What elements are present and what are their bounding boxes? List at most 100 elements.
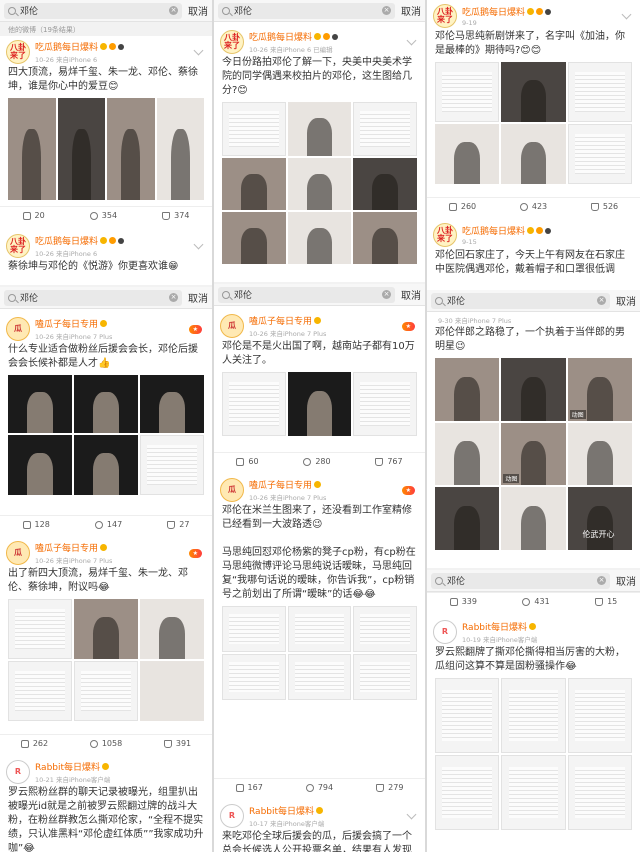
- post-image[interactable]: [501, 755, 566, 830]
- post-image[interactable]: [74, 599, 138, 659]
- like-button[interactable]: 767: [375, 457, 403, 466]
- post-image[interactable]: [156, 98, 204, 200]
- post-image[interactable]: [8, 435, 72, 495]
- cancel-button[interactable]: 取消: [616, 573, 636, 588]
- post-card[interactable]: 八卦 来了 吃瓜鹅每日爆料 10-26 来自iPhone 6 已编辑 今日份路拍…: [214, 26, 425, 282]
- search-input[interactable]: 邓伦 ×: [218, 2, 395, 19]
- post-card[interactable]: 瓜 嗑瓜子每日专用 10-26 来自iPhone 7 Plus ★ 出了新四大顶…: [0, 537, 212, 752]
- post-image[interactable]: [222, 654, 286, 700]
- post-image[interactable]: [287, 158, 352, 210]
- post-image[interactable]: [435, 62, 500, 122]
- post-image[interactable]: [222, 158, 286, 210]
- post-image[interactable]: [501, 62, 566, 122]
- post-card[interactable]: R Rabbit每日爆料 10-21 来自iPhone客户端 罗云熙粉丝群的聊天…: [0, 756, 212, 852]
- cancel-button[interactable]: 取消: [401, 3, 421, 18]
- post-image[interactable]: [435, 358, 500, 421]
- avatar[interactable]: 八卦 来了: [6, 234, 30, 258]
- post-image[interactable]: [353, 606, 417, 652]
- post-image[interactable]: [501, 678, 566, 753]
- search-input[interactable]: 邓伦 ×: [4, 2, 182, 19]
- post-image[interactable]: [74, 661, 138, 721]
- post-image[interactable]: 伦武开心: [567, 487, 632, 550]
- repost-button[interactable]: 262: [20, 739, 48, 748]
- post-image[interactable]: [435, 678, 500, 753]
- comment-button[interactable]: 1058: [89, 739, 122, 748]
- post-image[interactable]: [287, 102, 352, 156]
- avatar[interactable]: 瓜: [6, 317, 30, 341]
- comment-button[interactable]: 431: [522, 597, 550, 606]
- post-image[interactable]: [107, 98, 155, 200]
- post-card[interactable]: 瓜 嗑瓜子每日专用 10-26 来自iPhone 7 Plus ★ 什么专业适合…: [0, 313, 212, 533]
- post-image[interactable]: [140, 661, 204, 721]
- post-image[interactable]: [287, 372, 352, 436]
- repost-button[interactable]: 60: [236, 457, 259, 466]
- post-image[interactable]: [74, 435, 138, 495]
- avatar[interactable]: R: [220, 804, 244, 828]
- post-image[interactable]: [435, 124, 500, 184]
- post-image[interactable]: [222, 212, 286, 264]
- post-image[interactable]: [567, 755, 632, 830]
- post-image[interactable]: [8, 661, 72, 721]
- chevron-down-icon[interactable]: [621, 9, 632, 19]
- clear-icon[interactable]: ×: [382, 6, 391, 15]
- search-input[interactable]: 邓伦 ×: [431, 572, 610, 589]
- post-image[interactable]: [8, 98, 56, 200]
- clear-icon[interactable]: ×: [169, 293, 178, 302]
- cancel-button[interactable]: 取消: [401, 287, 421, 302]
- search-input[interactable]: 邓伦 ×: [218, 286, 395, 303]
- post-card[interactable]: 9-30 来自iPhone 7 Plus 邓伦伴郎之路稳了，一个执着于当伴郎的男…: [427, 312, 640, 568]
- cancel-button[interactable]: 取消: [616, 293, 636, 308]
- chevron-down-icon[interactable]: [193, 45, 204, 55]
- post-image[interactable]: [353, 654, 417, 700]
- post-image[interactable]: [140, 435, 204, 495]
- like-button[interactable]: 526: [590, 202, 618, 211]
- clear-icon[interactable]: ×: [597, 576, 606, 585]
- comment-button[interactable]: 147: [94, 520, 122, 529]
- comment-button[interactable]: 354: [89, 211, 117, 220]
- avatar[interactable]: 八卦 来了: [6, 40, 30, 64]
- post-image[interactable]: [435, 755, 500, 830]
- like-button[interactable]: 391: [163, 739, 191, 748]
- post-image[interactable]: [435, 487, 500, 550]
- post-image[interactable]: [8, 599, 72, 659]
- post-card[interactable]: R Rabbit每日爆料 10-19 来自iPhone客户端 罗云熙翻牌了撕邓伦…: [427, 616, 640, 852]
- post-card[interactable]: 八卦 来了 吃瓜鹅每日爆料 9-19 邓伦马思纯新剧饼来了，名字叫《加油，你是最…: [427, 0, 640, 215]
- post-image[interactable]: [567, 422, 632, 486]
- post-image[interactable]: [353, 372, 417, 436]
- repost-button[interactable]: 128: [22, 520, 50, 529]
- search-input[interactable]: 邓伦 ×: [4, 289, 182, 306]
- repost-button[interactable]: 167: [235, 783, 263, 792]
- post-image[interactable]: [567, 678, 632, 753]
- post-image[interactable]: [222, 102, 286, 156]
- comment-button[interactable]: 280: [303, 457, 331, 466]
- post-card[interactable]: R Rabbit每日爆料 10-17 来自iPhone客户端 来吃邓伦全球后援会…: [214, 800, 425, 852]
- post-card[interactable]: 八卦 来了 吃瓜鹅每日爆料 9-15 邓伦回石家庄了，今天上午有网友在石家庄中医…: [427, 219, 640, 290]
- like-button[interactable]: 279: [376, 783, 403, 792]
- post-image[interactable]: [501, 124, 566, 184]
- post-image[interactable]: [567, 124, 632, 184]
- chevron-down-icon[interactable]: [406, 35, 417, 45]
- post-image[interactable]: [140, 599, 204, 659]
- avatar[interactable]: R: [6, 760, 30, 784]
- avatar[interactable]: 瓜: [220, 478, 244, 502]
- post-image[interactable]: 动图: [501, 422, 566, 486]
- post-image[interactable]: [222, 372, 286, 436]
- repost-button[interactable]: 260: [448, 202, 476, 211]
- post-image[interactable]: [353, 212, 417, 264]
- post-card[interactable]: 瓜 嗑瓜子每日专用 10-26 来自iPhone 7 Plus ★ 邓伦是不是火…: [214, 310, 425, 470]
- chevron-down-icon[interactable]: [193, 239, 204, 249]
- repost-button[interactable]: 339: [449, 597, 477, 606]
- avatar[interactable]: 八卦 来了: [220, 30, 244, 54]
- post-image[interactable]: [222, 606, 286, 652]
- post-image[interactable]: 动图: [567, 358, 632, 421]
- repost-button[interactable]: 20: [22, 211, 45, 220]
- post-image[interactable]: [501, 487, 566, 550]
- search-input[interactable]: 邓伦 ×: [431, 292, 610, 309]
- post-image[interactable]: [353, 158, 417, 210]
- comment-button[interactable]: 794: [305, 783, 333, 792]
- cancel-button[interactable]: 取消: [188, 3, 208, 18]
- post-image[interactable]: [8, 375, 72, 433]
- post-image[interactable]: [287, 606, 352, 652]
- post-image[interactable]: [435, 422, 500, 486]
- post-image[interactable]: [287, 212, 352, 264]
